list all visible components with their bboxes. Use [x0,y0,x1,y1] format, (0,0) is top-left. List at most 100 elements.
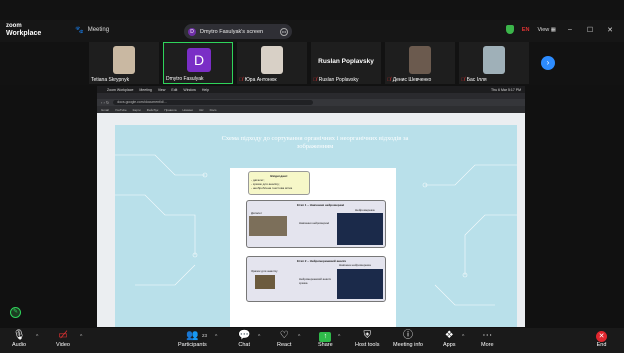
sample-label: Зразок для аналізу [251,269,278,273]
participant-name: 🎙̸ Денис Шевченко [387,77,431,83]
info-icon: ⓘ [402,330,413,341]
logo-subtext: Workplace [6,30,42,37]
chat-label: Chat [238,342,251,348]
stage1-box: Етап 1 – Навчання нейромережі Датасет Не… [246,200,386,248]
maximize-icon[interactable]: ☐ [584,26,596,34]
participant-name-text: Tetiana Skrypnyk [91,77,130,83]
share-screen-icon: ↑ [319,332,332,342]
participant-avatar: D [187,48,211,72]
logo-text: zoom [6,23,22,29]
participant-name-text: Денис Шевченко [392,77,432,83]
meeting-info-button[interactable]: ⓘ Meeting info [393,330,423,348]
security-shield-icon[interactable] [505,25,514,34]
audio-button[interactable]: 🎙 Audio [12,330,26,348]
mac-menu-item: Window [183,87,196,92]
participant-tile[interactable]: Ruslan Poplavsky 🎙̸ Ruslan Poplavsky [311,42,381,84]
participant-tile[interactable]: 🎙̸ Юра Антонюк [237,42,307,84]
document-area: Схема підходу до сортування органічних і… [97,113,525,327]
slide-title: Схема підходу до сортування органічних і… [221,135,409,150]
participant-name-text: Ruslan Poplavsky [318,77,359,83]
end-button[interactable]: ✕ End [596,330,607,348]
meeting-info-label: Meeting info [393,342,423,348]
language-indicator[interactable]: EN [522,27,530,33]
participant-tile-active-speaker[interactable]: D Dmytro Fasulyak [163,42,233,84]
participant-video [261,46,283,74]
chat-options-chevron-icon[interactable]: ^ [258,334,260,340]
mac-menu-item: Meeting [139,87,152,92]
mac-menu-item: Zoom Workplace [107,87,134,92]
dataset-image [249,216,287,236]
audio-options-chevron-icon[interactable]: ^ [36,334,38,340]
participant-video [113,46,135,74]
screen-share-banner[interactable]: D Dmytro Fasulyak's screen ••• [184,24,292,39]
participants-options-chevron-icon[interactable]: ^ [215,334,217,340]
minimize-icon[interactable]: – [564,26,576,33]
mac-clock: Thu 6 Mar 5:17 PM [491,87,521,92]
meeting-label: Meeting [87,27,110,33]
video-off-icon: ▭̸ [58,330,68,341]
shield-icon: ⛨ [363,330,371,341]
react-options-chevron-icon[interactable]: ^ [298,334,300,340]
neural-net-image [337,213,383,245]
bookmark-item: YouTube [114,107,127,112]
flow-diagram: Вхідні дані: - датасет; - зразок для ана… [230,168,396,327]
video-label: Video [56,342,70,348]
meeting-menu[interactable]: 🐾 Meeting [75,26,109,34]
mac-menu-bar: Zoom Workplace Meeting View Edit Window … [97,86,525,93]
mac-menu-item: View [157,87,166,92]
react-label: React [277,342,292,348]
participant-name: Dmytro Fasulyak [166,76,204,82]
titlebar-controls: EN View ▦ – ☐ ✕ [505,25,616,34]
browser-bookmarks-bar: Gmail YouTube Карти Фейсбук Правила Нови… [97,106,525,113]
host-tools-button[interactable]: ⛨ Host tools [355,330,379,348]
share-label: Share [318,342,333,348]
participant-name-placeholder: Ruslan Poplavsky [318,58,374,65]
bookmark-item: Docs [209,107,217,112]
share-banner-text: Dmytro Fasulyak's screen [200,28,264,35]
share-options-chevron-icon[interactable]: ^ [338,334,340,340]
analysis-label: Нейромережевий аналіз зразка [299,277,331,285]
mic-muted-icon: 🎙̸ [461,77,465,83]
mic-muted-icon: 🎙̸ [239,77,243,83]
microphone-icon: 🎙 [12,330,26,341]
participants-icon: 👥 23 [186,330,208,341]
participant-gallery: Tetiana Skrypnyk D Dmytro Fasulyak 🎙̸ Юра… [0,42,624,85]
react-button[interactable]: ♡ React [277,330,291,348]
participant-video [409,46,431,74]
share-button[interactable]: ↑ Share [318,330,333,348]
apps-button[interactable]: ❖ Apps [443,330,456,348]
chat-button[interactable]: 💬 Chat [238,330,250,348]
more-label: More [481,342,494,348]
bookmark-item: Правила [164,107,177,112]
chat-icon: 💬 [238,330,251,341]
participant-tile[interactable]: 🎙̸ Бас Ілля [459,42,529,84]
participant-tile[interactable]: Tetiana Skrypnyk [89,42,159,84]
participant-name-text: Юра Антонюк [244,77,277,83]
more-icon[interactable]: ••• [280,27,288,36]
bookmark-item: Карти [132,107,141,112]
gallery-next-arrow-icon[interactable]: › [541,56,555,70]
more-dots-icon: ⋯ [482,330,493,341]
zoom-window: zoom Workplace 🐾 Meeting D Dmytro Fasuly… [0,0,624,353]
participant-name: Tetiana Skrypnyk [91,77,129,83]
close-icon[interactable]: ✕ [604,26,616,34]
nav-arrows-icon: ‹ › ↻ [101,100,110,105]
apps-options-chevron-icon[interactable]: ^ [462,334,464,340]
bookmark-item: Новини [182,107,193,112]
bookmark-item: Фейсбук [146,107,159,112]
more-button[interactable]: ⋯ More [481,330,494,348]
trained-net-image [337,269,383,299]
zoom-logo: zoom Workplace [6,23,41,37]
view-button[interactable]: View ▦ [537,27,556,33]
participant-name: 🎙̸ Ruslan Poplavsky [313,77,359,83]
participant-tile[interactable]: 🎙̸ Денис Шевченко [385,42,455,84]
training-label: Навчання нейромережі [299,221,330,225]
annotate-pen-icon[interactable]: ✎ [10,307,21,318]
participant-name-text: Бас Ілля [466,77,487,83]
meeting-toolbar: 🎙 Audio ^ ▭̸ Video ^ 👥 23 Participants ^ … [0,328,624,353]
video-button[interactable]: ▭̸ Video [56,330,70,348]
participants-button[interactable]: 👥 23 Participants [178,330,207,348]
video-options-chevron-icon[interactable]: ^ [80,334,82,340]
sharer-avatar: D [188,27,196,36]
heart-icon: ♡ [279,330,289,341]
